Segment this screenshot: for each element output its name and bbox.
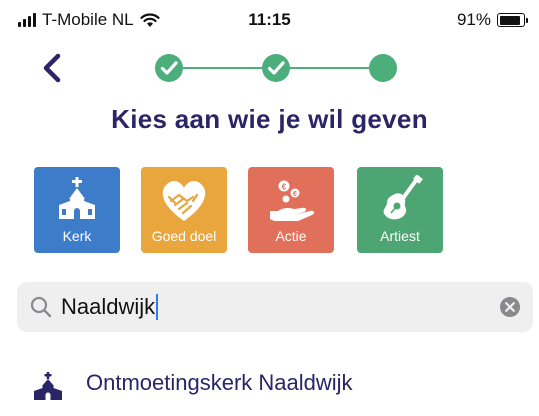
search-icon [30,296,52,318]
category-label: Actie [275,228,307,244]
checkmark-icon [160,61,178,75]
guitar-icon [383,175,423,220]
category-label: Artiest [380,228,420,244]
step-connector [286,67,382,69]
step-1-completed [155,54,183,82]
category-actie[interactable]: € € Actie [248,167,334,253]
search-bar[interactable]: Naaldwijk [17,282,533,332]
battery-icon [497,13,528,27]
battery-percentage: 91% [456,10,491,29]
search-input-value: Naaldwijk [61,294,156,319]
category-kerk[interactable]: Kerk [34,167,120,253]
status-bar: T-Mobile NL 11:15 91% [0,0,539,40]
heart-hands-icon [162,181,206,221]
clear-search-icon[interactable] [499,296,521,318]
search-input[interactable]: Naaldwijk [61,292,159,322]
category-artiest[interactable]: Artiest [357,167,443,253]
category-label: Kerk [62,228,92,244]
step-indicator [150,52,400,84]
search-result-item[interactable]: Ontmoetingskerk Naaldwijk [30,366,530,406]
svg-text:€: € [282,183,287,192]
step-3-current [369,54,397,82]
checkmark-icon [267,61,285,75]
chevron-left-icon [43,53,61,83]
svg-text:€: € [293,191,297,198]
battery-fill [499,15,521,25]
back-button[interactable] [36,48,72,88]
result-label: Ontmoetingskerk Naaldwijk [86,370,353,395]
status-right: 91% [456,10,528,30]
step-2-completed [262,54,290,82]
step-connector [176,67,272,69]
page-title: Kies aan wie je wil geven [111,104,428,134]
text-cursor [156,294,159,320]
category-label: Goed doel [151,228,217,244]
donation-hand-icon: € € [270,180,315,221]
church-icon [59,177,95,219]
church-icon [34,372,62,400]
category-goed-doel[interactable]: Goed doel [141,167,227,253]
